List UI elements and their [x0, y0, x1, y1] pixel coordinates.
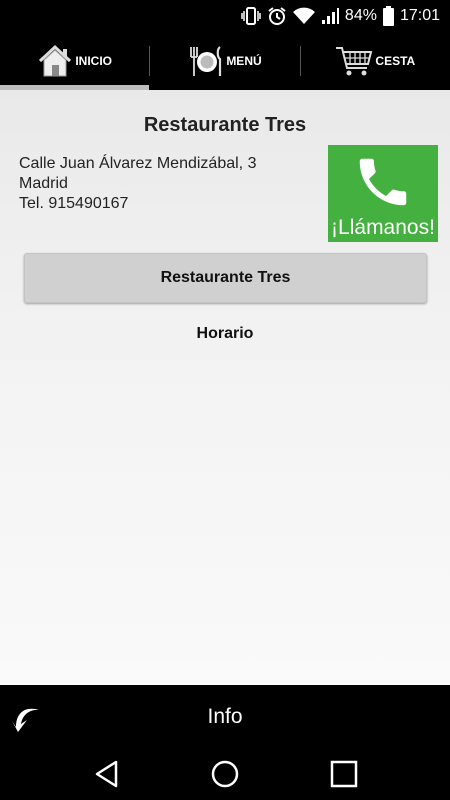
- call-button[interactable]: ¡Llámanos!: [328, 145, 438, 242]
- address-city: Madrid: [19, 175, 68, 192]
- status-bar: 84% 17:01: [0, 0, 450, 32]
- restaurant-address: Calle Juan Álvarez Mendizábal, 3 Madrid …: [19, 154, 256, 214]
- tab-bar: INICIO MENÚ CESTA: [0, 32, 450, 90]
- cart-icon: [335, 43, 373, 79]
- battery-icon: [382, 6, 394, 26]
- footer-title: Info: [207, 705, 243, 728]
- tab-inicio[interactable]: INICIO: [0, 32, 150, 90]
- phone-icon: [352, 151, 414, 218]
- address-phone: Tel. 915490167: [19, 195, 129, 212]
- page-title: Restaurante Tres: [143, 114, 307, 136]
- nav-home-icon[interactable]: [210, 759, 240, 794]
- status-icons: 84% 17:01: [241, 5, 440, 27]
- nav-recents-icon[interactable]: [329, 759, 359, 794]
- home-icon: [37, 43, 73, 79]
- clock: 17:01: [399, 7, 440, 24]
- tab-cesta[interactable]: CESTA: [301, 32, 450, 90]
- alarm-icon: [267, 6, 287, 26]
- schedule-heading[interactable]: Horario: [0, 325, 450, 343]
- battery-percent: 84%: [344, 7, 377, 24]
- tab-menu[interactable]: MENÚ: [150, 32, 299, 90]
- system-navigation-bar: [0, 750, 450, 800]
- tab-inicio-label: INICIO: [75, 54, 112, 68]
- nav-back-icon[interactable]: [92, 759, 122, 794]
- signal-icon: [321, 7, 339, 25]
- tab-cesta-label: CESTA: [375, 54, 416, 68]
- address-street: Calle Juan Álvarez Mendizábal, 3: [19, 155, 257, 172]
- restaurant-name-button[interactable]: Restaurante Tres: [24, 253, 427, 303]
- wifi-icon: [292, 7, 315, 25]
- plate-icon: [188, 43, 224, 79]
- vibrate-icon: [241, 7, 261, 25]
- footer-bar: Info: [0, 685, 450, 750]
- call-button-label: ¡Llámanos!: [331, 216, 435, 239]
- main-content: Restaurante Tres Calle Juan Álvarez Mend…: [0, 90, 450, 685]
- tab-menu-label: MENÚ: [226, 54, 262, 68]
